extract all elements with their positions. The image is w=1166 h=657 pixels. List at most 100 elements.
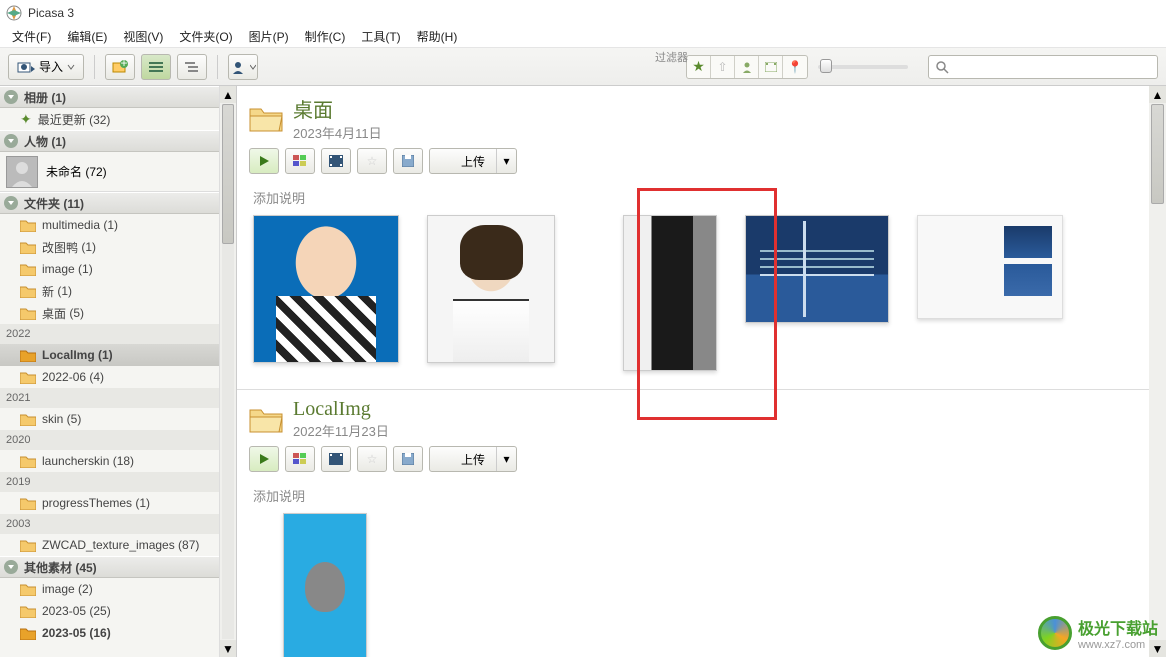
save-button[interactable] — [393, 148, 423, 174]
sidebar-year-2021: 2021 — [0, 388, 219, 408]
add-folder-icon: + — [112, 60, 128, 74]
view-thumb-button[interactable] — [141, 54, 171, 80]
scroll-up-icon[interactable]: ▲ — [220, 86, 236, 103]
movie-button[interactable] — [321, 148, 351, 174]
filter-label: 过滤器 — [655, 49, 688, 65]
content-scrollbar[interactable]: ▲ ▼ — [1149, 86, 1166, 657]
chevron-down-icon[interactable]: ▾ — [496, 149, 516, 173]
tree-icon — [185, 61, 199, 73]
sidebar: 相册 (1) ✦ 最近更新 (32) 人物 (1) 未命名 (72) 文件夹 (… — [0, 86, 237, 657]
menu-tools[interactable]: 工具(T) — [353, 26, 408, 47]
play-button[interactable] — [249, 446, 279, 472]
people-header-label: 人物 (1) — [24, 133, 66, 150]
people-header[interactable]: 人物 (1) — [0, 130, 219, 152]
view-tree-button[interactable] — [177, 54, 207, 80]
menu-edit[interactable]: 编辑(E) — [59, 26, 115, 47]
thumbnail[interactable] — [283, 513, 367, 657]
menu-picture[interactable]: 图片(P) — [241, 26, 297, 47]
upload-button[interactable]: 上传▾ — [429, 148, 517, 174]
scroll-thumb[interactable] — [1151, 104, 1164, 204]
sidebar-recent[interactable]: ✦ 最近更新 (32) — [0, 108, 219, 130]
menu-file[interactable]: 文件(F) — [4, 26, 59, 47]
sidebar-folder-launcherskin[interactable]: launcherskin (18) — [0, 450, 219, 472]
scroll-thumb[interactable] — [222, 104, 234, 244]
sidebar-other-2023-05a[interactable]: 2023-05 (25) — [0, 600, 219, 622]
slider-thumb[interactable] — [820, 59, 832, 73]
caption-input[interactable]: 添加说明 — [237, 482, 1149, 507]
play-icon — [258, 155, 270, 167]
menu-folder[interactable]: 文件夹(O) — [171, 26, 240, 47]
filter-upload[interactable]: ⇧ — [711, 56, 735, 78]
sidebar-folder-skin[interactable]: skin (5) — [0, 408, 219, 430]
main: 相册 (1) ✦ 最近更新 (32) 人物 (1) 未命名 (72) 文件夹 (… — [0, 86, 1166, 657]
date-slider[interactable] — [818, 65, 908, 69]
collage-icon — [293, 453, 307, 465]
filter-geo[interactable]: 📍 — [783, 56, 807, 78]
other-header[interactable]: 其他素材 (45) — [0, 556, 219, 578]
chevron-down-icon — [67, 63, 75, 71]
collapse-icon — [4, 560, 18, 574]
add-folder-button[interactable]: + — [105, 54, 135, 80]
sidebar-folder-gaituya[interactable]: 改图鸭 (1) — [0, 236, 219, 258]
menu-create[interactable]: 制作(C) — [297, 26, 354, 47]
sidebar-folder-image[interactable]: image (1) — [0, 258, 219, 280]
search-input[interactable] — [928, 55, 1158, 79]
sidebar-folder-2022-06[interactable]: 2022-06 (4) — [0, 366, 219, 388]
recent-icon: ✦ — [20, 111, 32, 128]
sidebar-scrollbar[interactable]: ▲ ▼ — [219, 86, 236, 657]
menu-view[interactable]: 视图(V) — [115, 26, 171, 47]
filter-movie[interactable] — [759, 56, 783, 78]
person-icon — [230, 60, 246, 74]
sidebar-folder-progressthemes[interactable]: progressThemes (1) — [0, 492, 219, 514]
sidebar-unnamed-person[interactable]: 未命名 (72) — [0, 152, 219, 192]
sidebar-other-image[interactable]: image (2) — [0, 578, 219, 600]
collage-button[interactable] — [285, 446, 315, 472]
disk-icon — [402, 155, 414, 167]
sidebar-folder-zwcad[interactable]: ZWCAD_texture_images (87) — [0, 534, 219, 556]
folder-icon — [20, 349, 36, 362]
filter-face[interactable] — [735, 56, 759, 78]
sidebar-folder-desktop[interactable]: 桌面 (5) — [0, 302, 219, 324]
scroll-up-icon[interactable]: ▲ — [1149, 86, 1166, 103]
star-icon: ☆ — [367, 452, 378, 466]
chevron-down-icon[interactable]: ▾ — [496, 447, 516, 471]
thumbnail[interactable] — [623, 215, 717, 371]
albums-header[interactable]: 相册 (1) — [0, 86, 219, 108]
upload-label: 上传 — [461, 451, 485, 468]
sidebar-recent-label: 最近更新 (32) — [38, 111, 111, 128]
import-button[interactable]: 导入 — [8, 54, 84, 80]
sidebar-folder-localimg[interactable]: LocalImg (1) — [0, 344, 219, 366]
thumbs-row — [237, 209, 1149, 389]
thumbnail[interactable] — [427, 215, 555, 363]
save-button[interactable] — [393, 446, 423, 472]
album-title[interactable]: 桌面 — [293, 94, 382, 123]
sidebar-folder-xin[interactable]: 新 (1) — [0, 280, 219, 302]
collapse-icon — [4, 134, 18, 148]
thumbnail[interactable] — [253, 215, 399, 363]
play-button[interactable] — [249, 148, 279, 174]
movie-button[interactable] — [321, 446, 351, 472]
filter-star[interactable]: ★ — [687, 56, 711, 78]
folders-header[interactable]: 文件夹 (11) — [0, 192, 219, 214]
film-icon — [329, 155, 343, 167]
watermark-name: 极光下载站 — [1078, 615, 1158, 639]
star-button[interactable]: ☆ — [357, 446, 387, 472]
sidebar-folder-multimedia[interactable]: multimedia (1) — [0, 214, 219, 236]
thumbnail[interactable] — [745, 215, 889, 323]
toolbar: 导入 + 过滤器 ★ ⇧ 📍 — [0, 48, 1166, 86]
folder-icon — [20, 455, 36, 468]
menubar: 文件(F) 编辑(E) 视图(V) 文件夹(O) 图片(P) 制作(C) 工具(… — [0, 26, 1166, 48]
menu-help[interactable]: 帮助(H) — [409, 26, 466, 47]
folder-icon — [20, 413, 36, 426]
separator — [217, 55, 218, 79]
thumbnail[interactable] — [917, 215, 1063, 319]
collage-button[interactable] — [285, 148, 315, 174]
sidebar-other-2023-05b[interactable]: 2023-05 (16) — [0, 622, 219, 644]
star-button[interactable]: ☆ — [357, 148, 387, 174]
caption-input[interactable]: 添加说明 — [237, 184, 1149, 209]
album-date: 2022年11月23日 — [293, 421, 389, 440]
people-button[interactable] — [228, 54, 258, 80]
album-title[interactable]: LocalImg — [293, 398, 389, 421]
upload-button[interactable]: 上传 ▾ — [429, 446, 517, 472]
scroll-down-icon[interactable]: ▼ — [220, 640, 236, 657]
